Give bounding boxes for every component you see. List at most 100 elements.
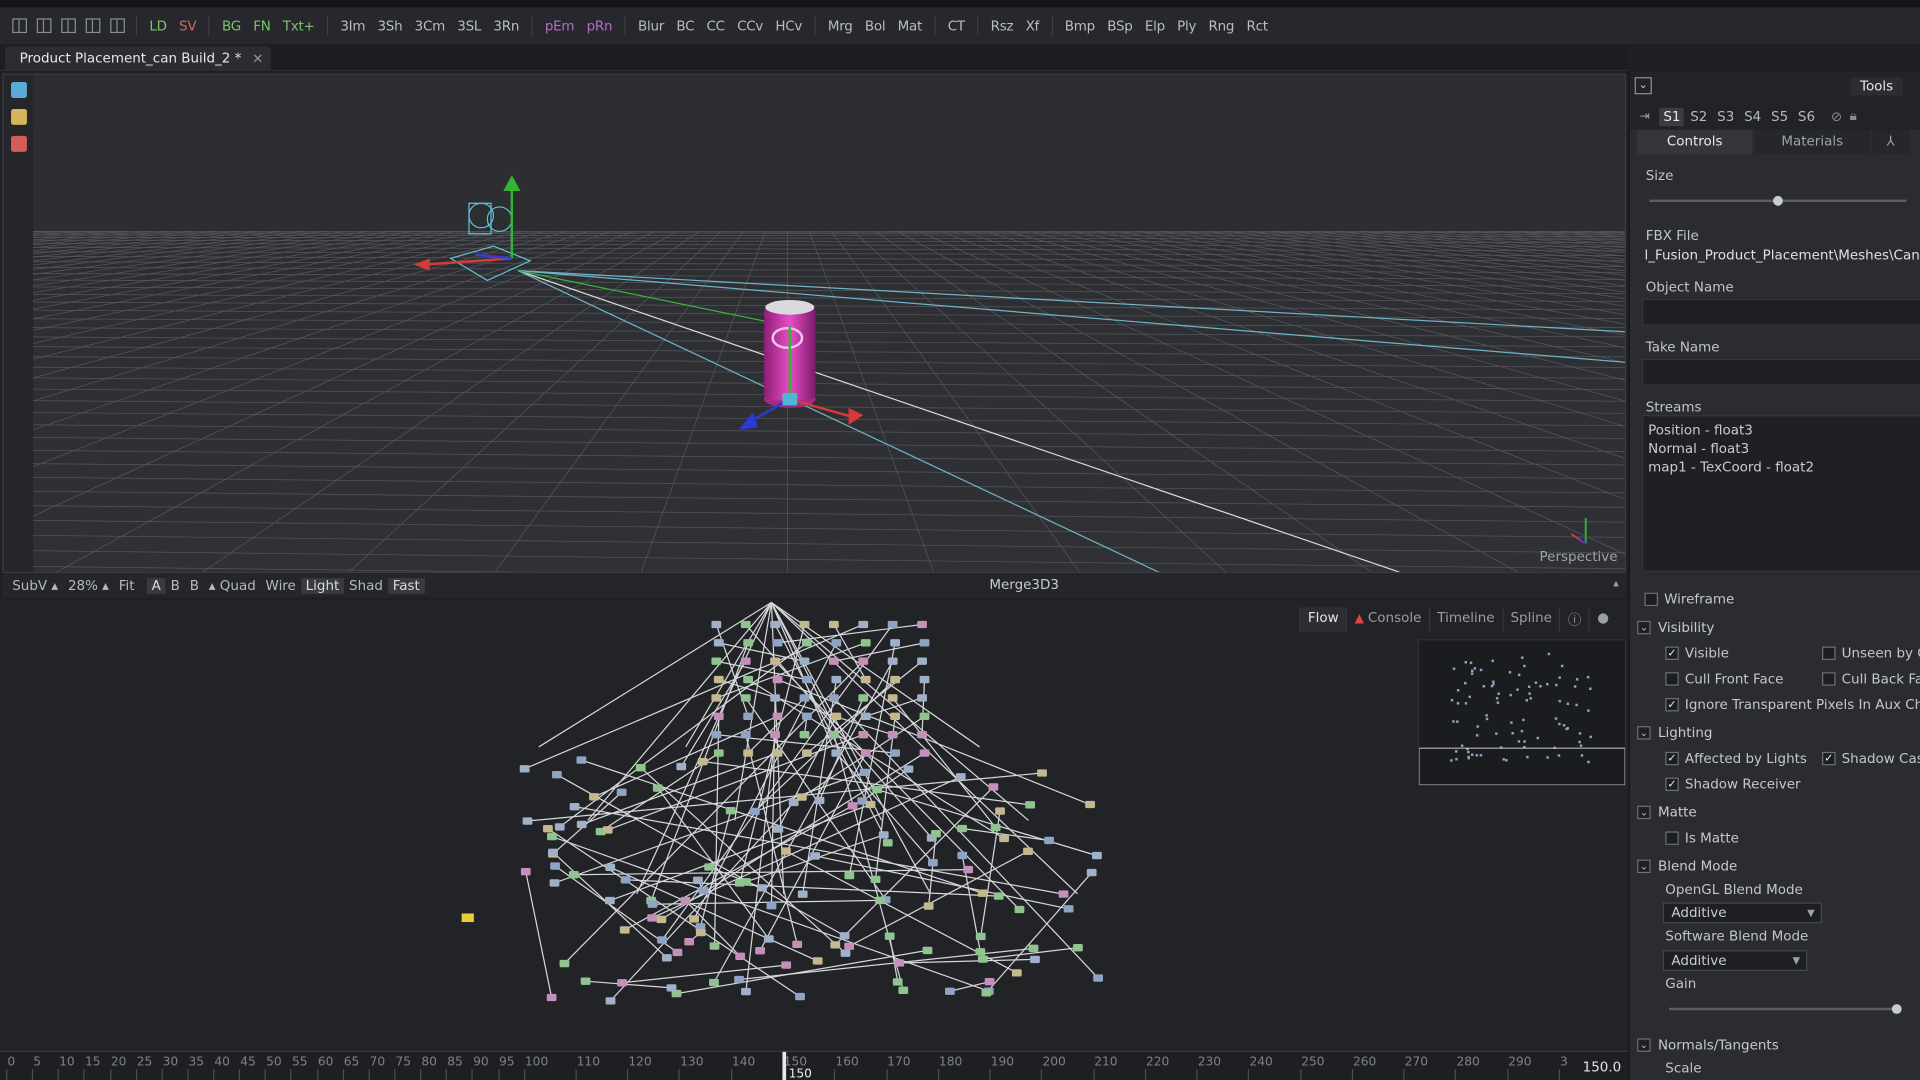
- info-icon[interactable]: ⓘ: [1559, 607, 1588, 632]
- tool-button-3sh[interactable]: 3Sh: [371, 18, 408, 34]
- tool-button-sv[interactable]: SV: [173, 18, 203, 34]
- flow-node[interactable]: [828, 657, 839, 665]
- tool-button-3sl[interactable]: 3SL: [451, 18, 487, 34]
- flow-node[interactable]: [743, 712, 754, 721]
- flow-node[interactable]: [520, 868, 531, 876]
- tool-button-elp[interactable]: Elp: [1139, 18, 1171, 34]
- flow-node[interactable]: [602, 826, 613, 834]
- tab-materials[interactable]: Materials: [1754, 129, 1870, 155]
- viewer-option[interactable]: SubV ▴: [7, 577, 63, 593]
- flow-node[interactable]: [799, 731, 810, 739]
- pin-icon[interactable]: ⇥: [1640, 110, 1650, 123]
- flow-node[interactable]: [763, 935, 774, 943]
- tool-button-bmp[interactable]: Bmp: [1059, 18, 1101, 34]
- flow-node[interactable]: [828, 731, 839, 739]
- flow-node[interactable]: [1093, 974, 1104, 982]
- flow-node[interactable]: [773, 825, 784, 833]
- tool-button-rct[interactable]: Rct: [1240, 18, 1274, 34]
- flow-node[interactable]: [568, 871, 579, 879]
- flow-node[interactable]: [831, 675, 842, 684]
- flow-node[interactable]: [548, 848, 558, 857]
- flow-node[interactable]: [689, 915, 699, 923]
- flow-node[interactable]: [551, 771, 562, 779]
- blend-mode-section[interactable]: ⌄ Blend Mode: [1637, 858, 1737, 874]
- 3d-viewer[interactable]: Perspective: [2, 73, 1627, 574]
- flow-node[interactable]: [828, 620, 839, 629]
- flow-node[interactable]: [831, 639, 842, 647]
- flow-node[interactable]: [796, 793, 807, 801]
- object-name-field[interactable]: [1642, 298, 1920, 326]
- tool-button-txt-[interactable]: Txt+: [277, 18, 321, 34]
- flow-node[interactable]: [695, 928, 706, 937]
- close-icon[interactable]: ×: [252, 47, 263, 70]
- slot-s1[interactable]: S1: [1659, 107, 1685, 126]
- flow-node[interactable]: [680, 896, 691, 905]
- viewer-option[interactable]: Fast: [387, 577, 425, 594]
- flow-node[interactable]: [844, 942, 855, 950]
- flow-node[interactable]: [770, 657, 781, 665]
- gain-slider[interactable]: [1668, 1004, 1902, 1014]
- flow-node[interactable]: [734, 879, 745, 887]
- flow-node[interactable]: [917, 731, 927, 739]
- flow-node[interactable]: [860, 675, 871, 684]
- lighting-section[interactable]: ⌄ Lighting: [1637, 725, 1712, 741]
- flow-node[interactable]: [993, 892, 1004, 900]
- flow-node[interactable]: [620, 876, 631, 884]
- flow-node[interactable]: [865, 800, 876, 809]
- navigator-minimap[interactable]: [1417, 639, 1627, 787]
- flow-node[interactable]: [981, 989, 992, 997]
- tool-button-bc[interactable]: BC: [670, 18, 700, 34]
- flow-node[interactable]: [890, 639, 901, 647]
- shadow-receiver-checkbox[interactable]: ✓ Shadow Receiver: [1665, 776, 1801, 792]
- tool-button-mrg[interactable]: Mrg: [822, 18, 859, 34]
- flow-node[interactable]: [772, 639, 783, 647]
- flow-node[interactable]: [887, 620, 898, 629]
- flow-node[interactable]: [892, 978, 903, 986]
- slot-s2[interactable]: S2: [1687, 107, 1711, 125]
- layout-icon[interactable]: [36, 18, 52, 34]
- flow-node[interactable]: [546, 993, 557, 1002]
- take-name-field[interactable]: [1642, 358, 1920, 386]
- viewer-option[interactable]: Wire: [261, 577, 301, 593]
- lock-icon[interactable]: 🔒︎: [1850, 108, 1857, 125]
- flow-node[interactable]: [945, 987, 955, 995]
- tool-button-xf[interactable]: Xf: [1019, 18, 1045, 34]
- flow-node[interactable]: [697, 757, 708, 766]
- flow-node[interactable]: [550, 862, 560, 870]
- flow-node[interactable]: [652, 784, 663, 792]
- tool-button-hcv[interactable]: HCv: [769, 18, 808, 34]
- flow-node[interactable]: [522, 817, 533, 825]
- flow-node[interactable]: [1023, 847, 1033, 855]
- flow-node[interactable]: [616, 788, 627, 796]
- viewer-option[interactable]: ▴ Quad: [204, 577, 261, 593]
- tool-button-cc[interactable]: CC: [700, 18, 731, 34]
- flow-node[interactable]: [666, 984, 677, 992]
- flow-node[interactable]: [875, 896, 885, 905]
- tool-button-rsz[interactable]: Rsz: [984, 18, 1019, 34]
- tool-button-bg[interactable]: BG: [216, 18, 247, 34]
- tool-button-fn[interactable]: FN: [247, 18, 277, 34]
- flow-node[interactable]: [860, 639, 871, 647]
- flow-node[interactable]: [898, 986, 909, 995]
- flow-node[interactable]: [770, 694, 781, 702]
- flow-node[interactable]: [844, 871, 855, 880]
- flow-node[interactable]: [995, 807, 1005, 815]
- flow-node[interactable]: [698, 886, 709, 894]
- flow-node[interactable]: [549, 879, 560, 887]
- flow-node[interactable]: [647, 900, 658, 908]
- flow-node[interactable]: [957, 824, 967, 833]
- tool-button-ccv[interactable]: CCv: [731, 18, 769, 34]
- flow-node[interactable]: [799, 620, 810, 629]
- flow-node[interactable]: [890, 712, 901, 721]
- flow-node[interactable]: [884, 932, 895, 940]
- flow-node[interactable]: [975, 948, 986, 956]
- flow-node[interactable]: [890, 749, 901, 757]
- document-tab[interactable]: Product Placement_can Build_2 * ×: [4, 46, 271, 72]
- slider-handle[interactable]: [1773, 195, 1783, 206]
- tab-spline[interactable]: Spline: [1501, 607, 1559, 632]
- flow-node[interactable]: [580, 977, 591, 985]
- cull-front-face-checkbox[interactable]: Cull Front Face: [1665, 671, 1783, 687]
- flow-node[interactable]: [802, 639, 812, 647]
- tool-button-3im[interactable]: 3Im: [334, 18, 371, 34]
- flow-node[interactable]: [922, 946, 933, 955]
